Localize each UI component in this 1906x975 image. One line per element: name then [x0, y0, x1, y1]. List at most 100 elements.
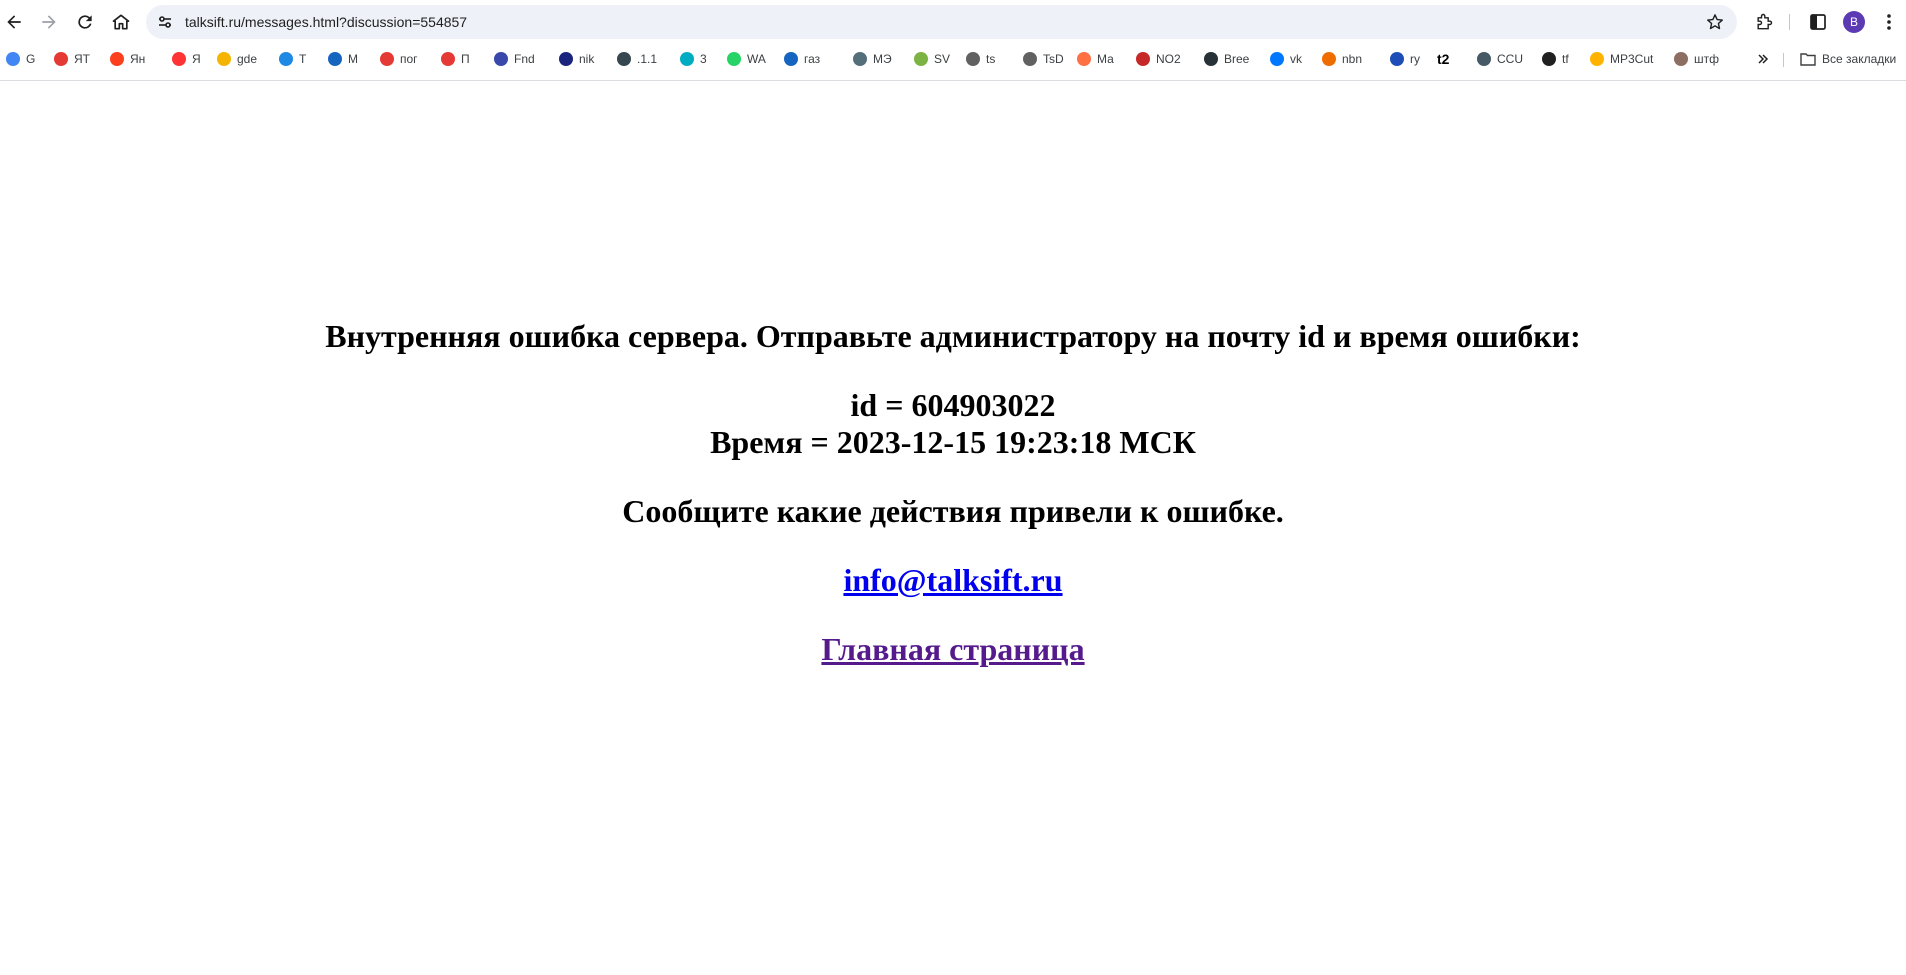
bookmark-item[interactable]: 3	[680, 49, 707, 69]
bookmark-label: G	[26, 52, 36, 66]
reload-button[interactable]	[71, 8, 99, 36]
bookmark-label: Я	[192, 52, 201, 66]
bookmark-item[interactable]: CCU	[1477, 49, 1523, 69]
bookmark-label: WA	[747, 52, 766, 66]
bookmark-item[interactable]: пог	[380, 49, 418, 69]
extensions-button[interactable]	[1752, 10, 1776, 34]
home-line: Главная страница	[0, 630, 1906, 668]
bookmark-label: T	[299, 52, 307, 66]
bookmark-label: nbn	[1342, 52, 1363, 66]
badge-icon	[1674, 52, 1688, 66]
home-button[interactable]	[107, 8, 135, 36]
bookmark-item[interactable]: T	[279, 49, 306, 69]
home-icon	[112, 14, 130, 30]
bookmark-label: П	[461, 52, 470, 66]
yandex-translate-icon	[54, 52, 68, 66]
toolbar-divider	[1789, 14, 1790, 30]
bookmark-label: TsD	[1043, 52, 1064, 66]
forward-button[interactable]	[35, 8, 63, 36]
bookmark-star-icon[interactable]	[1705, 12, 1725, 32]
error-title: Внутренняя ошибка сервера. Отправьте адм…	[325, 318, 1581, 354]
bookmark-label: tf	[1562, 52, 1569, 66]
bookmark-item[interactable]: ЯТ	[54, 49, 90, 69]
bookmark-label: МЭ	[873, 52, 892, 66]
bookmark-item[interactable]: G	[6, 49, 35, 69]
umbrella-icon	[441, 52, 455, 66]
bookmark-item[interactable]: M	[328, 49, 358, 69]
compass-icon	[279, 52, 293, 66]
google-icon	[6, 52, 20, 66]
more-bookmarks-button[interactable]	[1753, 49, 1773, 69]
bookmark-item[interactable]: МЭ	[853, 49, 892, 69]
u-icon	[1136, 52, 1150, 66]
mos-icon	[853, 52, 867, 66]
bookmark-item[interactable]: vk	[1270, 49, 1302, 69]
umbrella-icon	[380, 52, 394, 66]
all-bookmarks-label: Все закладки	[1822, 52, 1897, 66]
bookmark-item[interactable]: газ	[784, 49, 820, 69]
vk-icon	[1270, 52, 1284, 66]
back-button[interactable]	[0, 8, 28, 36]
url-text[interactable]: talksift.ru/messages.html?discussion=554…	[185, 5, 467, 39]
bookmark-item[interactable]: nik	[559, 49, 594, 69]
bookmark-item[interactable]: nbn	[1322, 49, 1362, 69]
download-icon	[914, 52, 928, 66]
error-page: Внутренняя ошибка сервера. Отправьте адм…	[0, 80, 1906, 975]
bookmarks-bar: Все закладки G ЯТ Ян Яgde T Mпог П Fnd nik .1.1 3 W…	[0, 46, 1906, 72]
z-icon	[680, 52, 694, 66]
bookmark-item[interactable]: tf	[1542, 49, 1569, 69]
side-panel-button[interactable]	[1806, 10, 1830, 34]
info-circle-icon	[217, 52, 231, 66]
bookmark-item[interactable]: WA	[727, 49, 766, 69]
bookmark-item[interactable]: NO2	[1136, 49, 1181, 69]
email-link[interactable]: info@talksift.ru	[843, 562, 1062, 598]
bookmark-label: .1.1	[637, 52, 658, 66]
bookmark-item[interactable]: Fnd	[494, 49, 535, 69]
globe-icon	[1477, 52, 1491, 66]
all-bookmarks-button[interactable]: Все закладки	[1800, 49, 1896, 69]
bookmark-label: Ян	[130, 52, 146, 66]
leaf-icon	[1204, 52, 1218, 66]
bookmark-item[interactable]: Ма	[1077, 49, 1114, 69]
tune-icon	[159, 16, 171, 28]
bookmark-item[interactable]: ts	[966, 49, 995, 69]
home-page-link[interactable]: Главная страница	[821, 631, 1084, 667]
arrow-right-icon	[42, 15, 56, 29]
shield-icon	[494, 52, 508, 66]
bookmark-item[interactable]: Я	[172, 49, 201, 69]
map-pin-icon	[172, 52, 186, 66]
bookmark-item[interactable]: Bree	[1204, 49, 1249, 69]
bookmark-label: пог	[400, 52, 418, 66]
bookmark-item[interactable]: MP3Cut	[1590, 49, 1653, 69]
cloud-icon	[1077, 52, 1091, 66]
bookmarks-divider	[1783, 53, 1784, 67]
site-info-button[interactable]	[154, 11, 176, 33]
bookmark-label: NO2	[1156, 52, 1181, 66]
bookmark-item[interactable]: Ян	[110, 49, 145, 69]
bookmark-label: CCU	[1497, 52, 1523, 66]
ticket-icon	[966, 52, 980, 66]
bookmark-label: nik	[579, 52, 595, 66]
bookmark-item[interactable]: t2	[1437, 49, 1449, 69]
puzzle-icon	[1757, 13, 1773, 30]
ticket-icon	[1023, 52, 1037, 66]
bookmark-item[interactable]: П	[441, 49, 470, 69]
whatsapp-icon	[727, 52, 741, 66]
bookmark-label: vk	[1290, 52, 1302, 66]
bookmark-item[interactable]: TsD	[1023, 49, 1064, 69]
reload-icon	[78, 15, 92, 29]
email-line: info@talksift.ru	[0, 561, 1906, 599]
bookmark-item[interactable]: .1.1	[617, 49, 657, 69]
double-chevron-icon	[1758, 54, 1769, 64]
address-bar[interactable]: talksift.ru/messages.html?discussion=554…	[146, 5, 1737, 39]
bookmark-item[interactable]: SV	[914, 49, 950, 69]
menu-button[interactable]	[1877, 10, 1901, 34]
bookmark-item[interactable]: gde	[217, 49, 257, 69]
f-bracket-icon	[1322, 52, 1336, 66]
kebab-menu-icon	[1887, 14, 1891, 30]
bookmark-item[interactable]: штф	[1674, 49, 1719, 69]
square-icon	[617, 52, 631, 66]
profile-avatar[interactable]: B	[1843, 11, 1865, 33]
t2-icon: t2	[1437, 51, 1450, 67]
bookmark-item[interactable]: ry	[1390, 49, 1420, 69]
